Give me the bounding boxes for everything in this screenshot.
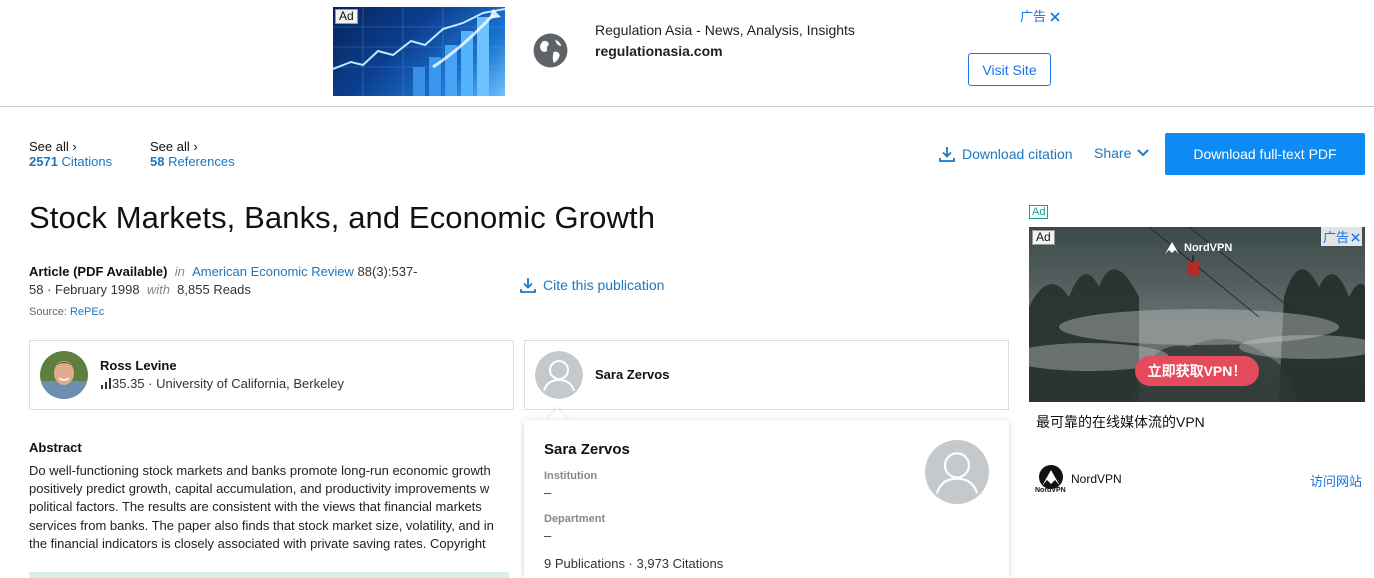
cite-label: Cite this publication bbox=[543, 277, 665, 293]
popup-author-name[interactable]: Sara Zervos bbox=[544, 441, 630, 458]
close-icon[interactable] bbox=[1050, 12, 1060, 22]
article-meta: Article (PDF Available) in American Econ… bbox=[29, 263, 459, 299]
in-label: in bbox=[174, 264, 185, 279]
avatar[interactable] bbox=[40, 351, 88, 399]
download-pdf-button[interactable]: Download full-text PDF bbox=[1165, 133, 1365, 175]
share-label: Share bbox=[1094, 145, 1132, 161]
department-label: Department bbox=[544, 513, 606, 525]
ad-domain[interactable]: regulationasia.com bbox=[595, 43, 723, 59]
cite-publication-link[interactable]: Cite this publication bbox=[519, 276, 664, 294]
score-bars-icon bbox=[101, 378, 111, 389]
download-citation-link[interactable]: Download citation bbox=[938, 145, 1073, 163]
ad-badge: Ad bbox=[1032, 230, 1055, 245]
institution-label: Institution bbox=[544, 470, 598, 482]
abstract-line: positively predict growth, capital accum… bbox=[29, 481, 490, 497]
ad-image[interactable]: Ad bbox=[333, 7, 505, 96]
author-card-sara-zervos[interactable]: Sara Zervos bbox=[524, 340, 1009, 410]
ad-brand-name: NordVPN bbox=[1184, 242, 1233, 254]
download-icon bbox=[520, 278, 536, 293]
with-label: with bbox=[146, 282, 170, 297]
full-text-banner bbox=[29, 572, 509, 578]
nordvpn-logo-icon bbox=[1165, 242, 1179, 254]
share-dropdown[interactable]: Share bbox=[1094, 145, 1150, 161]
see-all-references-link[interactable]: See all › bbox=[150, 139, 235, 154]
author-affiliation: · University of California, Berkeley bbox=[148, 376, 344, 391]
visit-site-button[interactable]: Visit Site bbox=[968, 53, 1051, 86]
abstract-line: political factors. The results are consi… bbox=[29, 499, 482, 515]
ad-brand: NordVPN bbox=[1164, 241, 1232, 255]
rg-score: 35.35 bbox=[112, 376, 145, 391]
author-card-ross-levine[interactable]: Ross Levine 35.35 · University of Califo… bbox=[29, 340, 514, 410]
advertiser-name[interactable]: NordVPN bbox=[1071, 472, 1122, 486]
citations-stat[interactable]: See all › 2571 Citations bbox=[29, 139, 112, 169]
popup-stats: 9 Publications · 3,973 Citations bbox=[544, 556, 724, 571]
chart-graphic-icon bbox=[333, 7, 505, 96]
top-banner-ad[interactable]: Ad Regulation Asia - News, Analysis, Ins… bbox=[0, 0, 1374, 107]
author-name[interactable]: Ross Levine bbox=[100, 358, 177, 373]
see-all-citations-link[interactable]: See all › bbox=[29, 139, 112, 154]
department-value: – bbox=[544, 528, 552, 543]
institution-value: – bbox=[544, 485, 552, 500]
ad-choices-label: 广告 bbox=[1322, 230, 1349, 245]
sidebar-ad[interactable]: Ad 广告 NordVPN 立即获取VPN！ bbox=[1029, 227, 1365, 402]
abstract-line: services from banks. The paper also find… bbox=[29, 517, 494, 533]
reads-count: 8,855 Reads bbox=[177, 282, 251, 297]
advertiser-logo-text: NordVPN bbox=[1035, 487, 1066, 494]
author-photo bbox=[40, 351, 88, 399]
abstract-text: Do well-functioning stock markets and ba… bbox=[29, 462, 524, 553]
source-label: Source: bbox=[29, 306, 67, 318]
ad-badge: Ad bbox=[335, 9, 358, 24]
page-title: Stock Markets, Banks, and Economic Growt… bbox=[29, 200, 656, 235]
references-count-link[interactable]: 58 References bbox=[150, 154, 235, 169]
pages-date: 58 · February 1998 bbox=[29, 282, 140, 297]
abstract-heading: Abstract bbox=[29, 440, 82, 455]
default-avatar-icon bbox=[535, 351, 583, 399]
download-icon bbox=[939, 147, 955, 162]
ad-label: Ad bbox=[1029, 205, 1049, 219]
ad-caption[interactable]: 最可靠的在线媒体流的VPN bbox=[1036, 412, 1205, 432]
globe-icon bbox=[533, 33, 568, 68]
author-hover-card[interactable]: Sara Zervos Institution – Department – 9… bbox=[524, 420, 1009, 578]
journal-volume: 88(3):537- bbox=[357, 264, 418, 279]
article-type: Article (PDF Available) bbox=[29, 264, 168, 279]
ad-choices[interactable]: 广告 bbox=[1020, 6, 1060, 25]
ad-cta-button[interactable]: 立即获取VPN！ bbox=[1135, 356, 1259, 386]
ad-choices[interactable]: 广告 bbox=[1320, 227, 1362, 246]
abstract-line: the financial indicators is closely asso… bbox=[29, 535, 486, 551]
references-stat[interactable]: See all › 58 References bbox=[150, 139, 235, 169]
author-details: 35.35 · University of California, Berkel… bbox=[100, 376, 344, 391]
avatar[interactable] bbox=[535, 351, 583, 399]
source-line: Source: RePEc bbox=[29, 306, 104, 318]
download-citation-label: Download citation bbox=[962, 146, 1073, 162]
journal-link[interactable]: American Economic Review bbox=[192, 264, 354, 279]
chevron-down-icon bbox=[1137, 149, 1150, 157]
source-link[interactable]: RePEc bbox=[70, 306, 104, 318]
ad-choices-label: 广告 bbox=[1020, 9, 1047, 24]
close-icon[interactable] bbox=[1351, 233, 1360, 242]
visit-website-link[interactable]: 访问网站 bbox=[1310, 471, 1362, 490]
author-name[interactable]: Sara Zervos bbox=[595, 367, 669, 382]
citations-count-link[interactable]: 2571 Citations bbox=[29, 154, 112, 169]
abstract-line: Do well-functioning stock markets and ba… bbox=[29, 463, 491, 478]
default-avatar-icon bbox=[925, 440, 989, 504]
ad-title[interactable]: Regulation Asia - News, Analysis, Insigh… bbox=[595, 22, 855, 38]
